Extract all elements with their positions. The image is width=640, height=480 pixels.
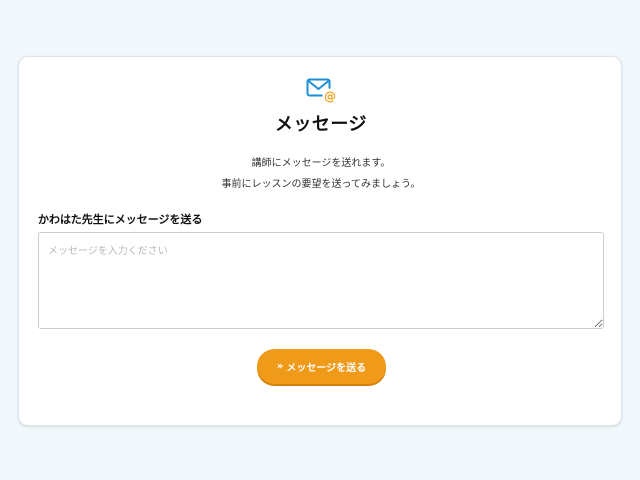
message-textarea[interactable] [38, 232, 604, 329]
svg-text:@: @ [324, 90, 336, 104]
send-message-button[interactable]: » メッセージを送る [257, 349, 386, 384]
page-title: メッセージ [274, 114, 368, 135]
send-chevron-icon: » [276, 361, 284, 372]
mail-at-icon: @ [306, 78, 338, 104]
message-form-label: かわはた先生にメッセージを送る [38, 213, 203, 226]
description-line-2: 事前にレッスンの要望を送ってみましょう。 [221, 179, 421, 190]
send-button-label: メッセージを送る [286, 363, 367, 374]
description-line-1: 講師にメッセージを送れます。 [251, 158, 391, 169]
message-card: @ メッセージ 講師にメッセージを送れます。 事前にレッスンの要望を送ってみまし… [18, 56, 622, 426]
